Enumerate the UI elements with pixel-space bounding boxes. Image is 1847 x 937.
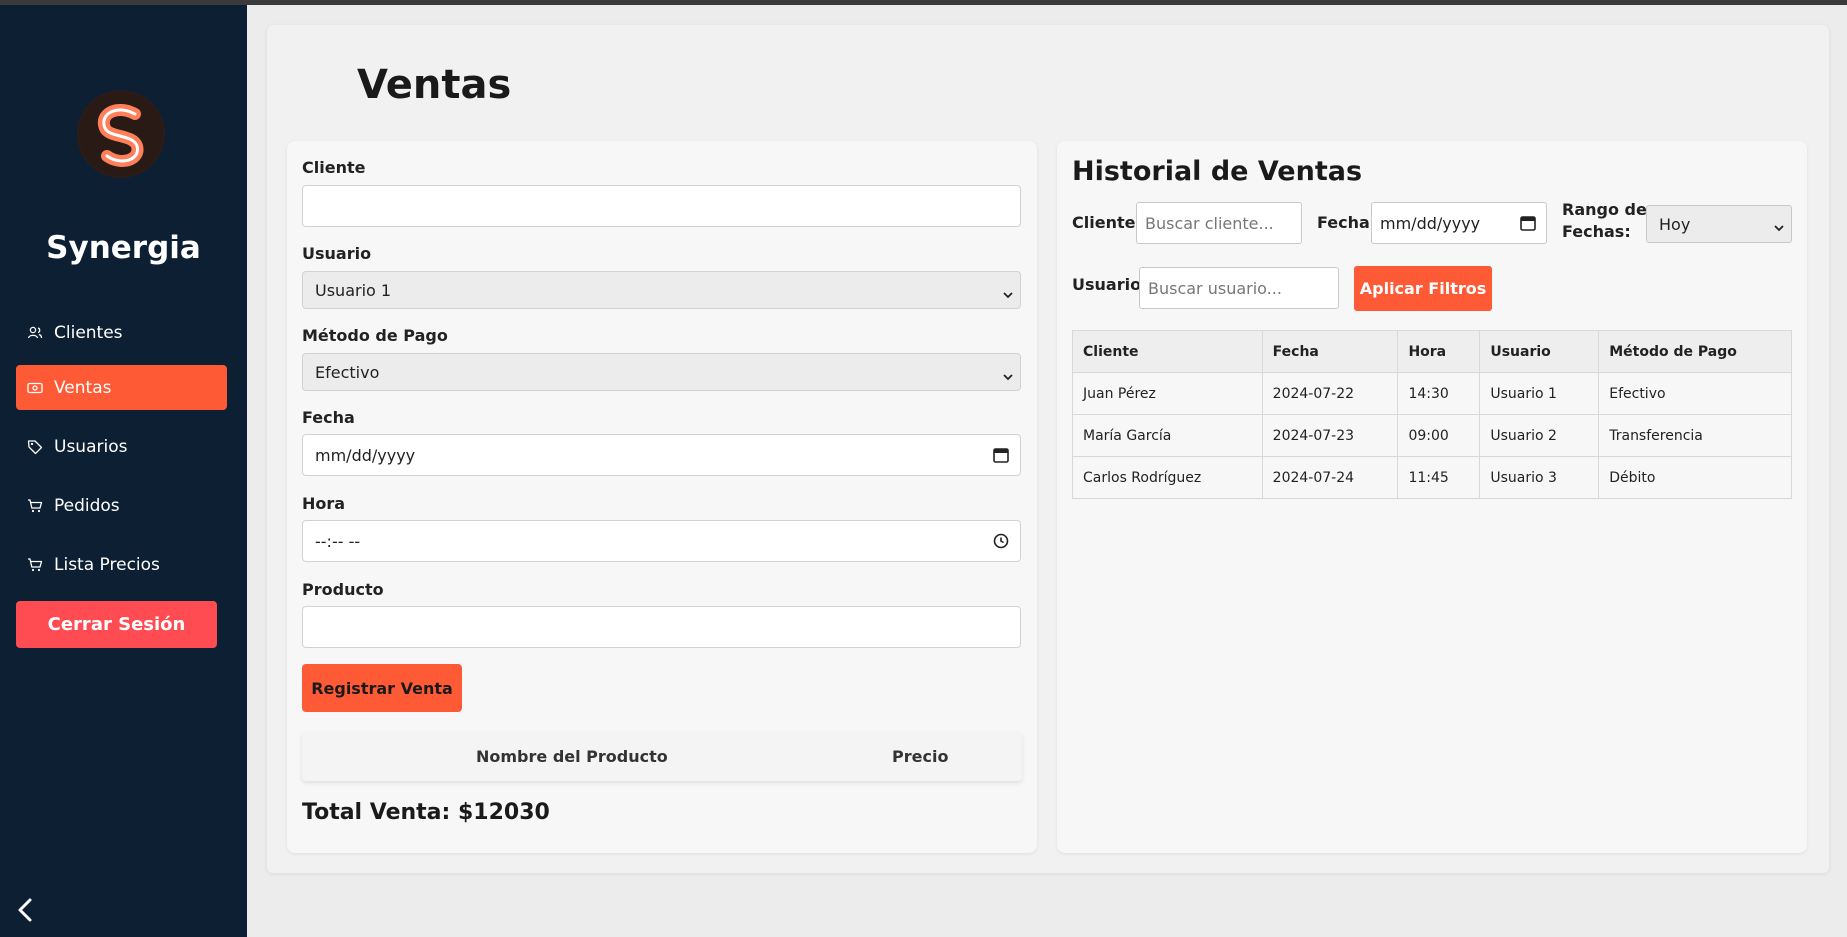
- table-row[interactable]: María García 2024-07-23 09:00 Usuario 2 …: [1072, 414, 1792, 457]
- metodo-pago-label: Método de Pago: [302, 326, 448, 345]
- sidebar-item-clientes[interactable]: Clientes: [16, 310, 227, 355]
- column-header: Cliente: [1072, 330, 1263, 373]
- chevron-down-icon: [1002, 286, 1014, 299]
- cart-icon: [27, 557, 43, 573]
- metodo-pago-select-value: Efectivo: [315, 362, 380, 382]
- apply-filters-button[interactable]: Aplicar Filtros: [1354, 266, 1492, 311]
- table-cell: Débito: [1598, 456, 1792, 499]
- table-cell: 2024-07-22: [1261, 372, 1399, 415]
- sidebar-item-label: Clientes: [54, 322, 123, 343]
- hora-input[interactable]: --:-- --: [302, 520, 1021, 562]
- filter-rango-label-line1: Rango de: [1562, 200, 1647, 219]
- table-cell: María García: [1072, 414, 1263, 457]
- hora-input-value: --:-- --: [315, 531, 361, 551]
- table-cell: 2024-07-23: [1261, 414, 1399, 457]
- table-cell: Carlos Rodríguez: [1072, 456, 1263, 499]
- table-cell: Usuario 1: [1479, 372, 1600, 415]
- filter-fecha-value: mm/dd/yyyy: [1380, 213, 1481, 233]
- usuario-select-value: Usuario 1: [315, 280, 392, 300]
- fecha-label: Fecha: [302, 408, 355, 427]
- sidebar: Synergia: [0, 5, 247, 937]
- table-row[interactable]: Carlos Rodríguez 2024-07-24 11:45 Usuari…: [1072, 456, 1792, 499]
- column-header: Método de Pago: [1598, 330, 1792, 373]
- filter-cliente-input[interactable]: Buscar cliente...: [1136, 202, 1302, 244]
- sidebar-item-label: Usuarios: [54, 436, 128, 457]
- sidebar-item-label: Lista Precios: [54, 554, 160, 575]
- products-table-header: Nombre del Producto Precio: [302, 732, 1022, 781]
- chevron-down-icon: [1002, 368, 1014, 381]
- history-title: Historial de Ventas: [1072, 156, 1363, 187]
- column-header: Usuario: [1479, 330, 1600, 373]
- product-name-column-header: Nombre del Producto: [476, 747, 668, 766]
- metodo-pago-select[interactable]: Efectivo: [302, 353, 1021, 391]
- filter-rango-value: Hoy: [1659, 214, 1691, 234]
- filter-fecha-label: Fecha:: [1317, 213, 1377, 232]
- total-venta: Total Venta: $12030: [302, 800, 550, 825]
- hora-label: Hora: [302, 494, 346, 513]
- fecha-input-value: mm/dd/yyyy: [315, 445, 416, 465]
- table-cell: Transferencia: [1598, 414, 1792, 457]
- sales-history-table: Cliente Fecha Hora Usuario Método de Pag…: [1072, 330, 1792, 499]
- column-header: Hora: [1397, 330, 1481, 373]
- usuario-label: Usuario: [302, 244, 372, 263]
- clock-icon[interactable]: [992, 532, 1010, 550]
- table-cell: 2024-07-24: [1261, 456, 1399, 499]
- chevron-down-icon: [1773, 219, 1785, 232]
- brand-name: Synergia: [46, 230, 201, 266]
- table-cell: Usuario 3: [1479, 456, 1600, 499]
- sidebar-item-label: Ventas: [54, 377, 112, 398]
- table-cell: Juan Pérez: [1072, 372, 1263, 415]
- brand-logo: [77, 90, 165, 178]
- table-cell: 09:00: [1397, 414, 1481, 457]
- table-header-row: Cliente Fecha Hora Usuario Método de Pag…: [1072, 330, 1792, 373]
- table-cell: Usuario 2: [1479, 414, 1600, 457]
- users-icon: [27, 325, 43, 341]
- calendar-icon[interactable]: [1519, 214, 1537, 232]
- producto-label: Producto: [302, 580, 384, 599]
- filter-fecha-input[interactable]: mm/dd/yyyy: [1371, 202, 1547, 244]
- filter-rango-select[interactable]: Hoy: [1646, 205, 1792, 243]
- table-cell: 14:30: [1397, 372, 1481, 415]
- sidebar-item-pedidos[interactable]: Pedidos: [16, 483, 227, 528]
- sidebar-item-label: Pedidos: [54, 495, 120, 516]
- sidebar-item-usuarios[interactable]: Usuarios: [16, 424, 227, 469]
- cliente-label: Cliente: [302, 158, 366, 177]
- money-icon: [27, 380, 43, 396]
- page-title: Ventas: [357, 62, 512, 108]
- sidebar-item-ventas[interactable]: Ventas: [16, 365, 227, 410]
- registrar-venta-button[interactable]: Registrar Venta: [302, 664, 462, 712]
- cart-icon: [27, 498, 43, 514]
- table-cell: 11:45: [1397, 456, 1481, 499]
- table-row[interactable]: Juan Pérez 2024-07-22 14:30 Usuario 1 Ef…: [1072, 372, 1792, 415]
- calendar-icon[interactable]: [992, 446, 1010, 464]
- producto-input[interactable]: [302, 606, 1021, 648]
- logout-button[interactable]: Cerrar Sesión: [16, 601, 217, 648]
- tag-icon: [27, 439, 43, 455]
- chevron-left-icon[interactable]: [14, 896, 38, 924]
- price-column-header: Precio: [892, 747, 949, 766]
- filter-usuario-label: Usuario:: [1072, 275, 1148, 294]
- column-header: Fecha: [1261, 330, 1399, 373]
- window-top-strip: [0, 0, 1847, 5]
- filter-usuario-input[interactable]: Buscar usuario...: [1139, 267, 1339, 309]
- cliente-input[interactable]: [302, 185, 1021, 227]
- filter-cliente-label: Cliente:: [1072, 213, 1142, 232]
- filter-rango-label-line2: Fechas:: [1562, 222, 1631, 241]
- fecha-input[interactable]: mm/dd/yyyy: [302, 434, 1021, 476]
- table-cell: Efectivo: [1598, 372, 1792, 415]
- filter-rango-label: Rango de Fechas:: [1562, 199, 1647, 243]
- sidebar-item-lista-precios[interactable]: Lista Precios: [16, 542, 227, 587]
- usuario-select[interactable]: Usuario 1: [302, 271, 1021, 309]
